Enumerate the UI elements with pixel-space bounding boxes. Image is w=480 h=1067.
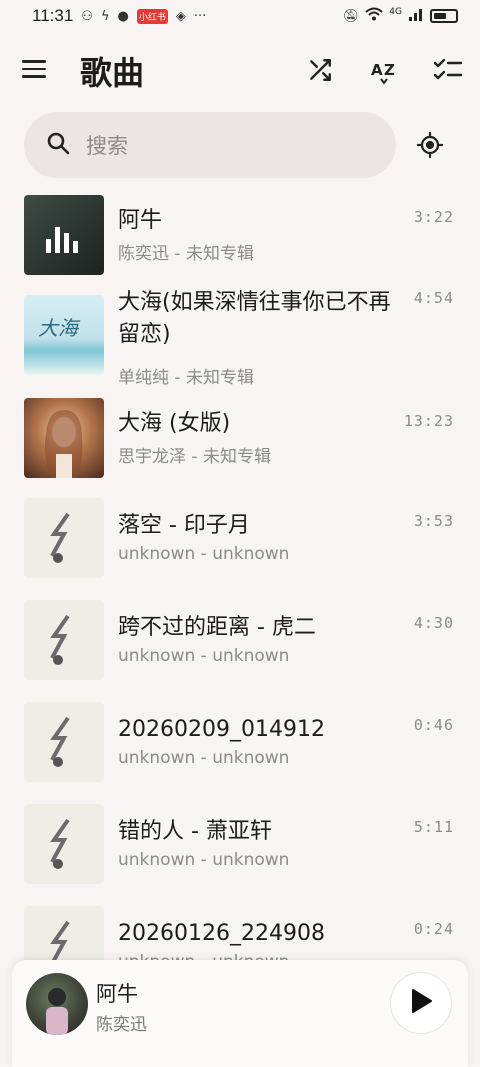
- wifi-icon: [365, 7, 383, 25]
- song-artist-album: 单纯纯 - 未知专辑: [118, 368, 254, 388]
- menu-icon[interactable]: [22, 54, 52, 84]
- song-row[interactable]: 错的人 - 萧亚轩 unknown - unknown 5:11: [0, 798, 480, 900]
- default-cover-icon: [24, 804, 104, 884]
- song-duration: 3:53: [413, 512, 454, 530]
- song-artist-album: 思宇龙泽 - 未知专辑: [118, 447, 271, 467]
- song-row[interactable]: 落空 - 印子月 unknown - unknown 3:53: [0, 492, 480, 594]
- song-duration: 0:46: [413, 716, 454, 734]
- song-row[interactable]: 20260126_224908 unknown - unknown 0:24: [0, 900, 480, 960]
- search-placeholder: 搜索: [86, 134, 128, 158]
- chat-icon: ●: [117, 8, 129, 24]
- search-icon: [46, 131, 70, 159]
- shield-icon: ◈: [175, 8, 186, 24]
- play-icon: [409, 988, 433, 1018]
- song-title: 错的人 - 萧亚轩: [118, 819, 272, 844]
- status-right: 🔕︎ 4G: [343, 7, 458, 25]
- album-cover: [24, 195, 104, 275]
- song-row[interactable]: 跨不过的距离 - 虎二 unknown - unknown 4:30: [0, 594, 480, 696]
- song-artist-album: unknown - unknown: [118, 850, 290, 870]
- song-title: 落空 - 印子月: [118, 513, 250, 538]
- default-cover-icon: [24, 600, 104, 680]
- song-artist-album: unknown - unknown: [118, 952, 289, 960]
- song-duration: 13:23: [403, 412, 454, 430]
- battery-icon: [430, 9, 458, 23]
- song-title: 20260126_224908: [118, 921, 325, 946]
- song-row[interactable]: 大海 (女版) 思宇龙泽 - 未知专辑 13:23: [0, 392, 480, 492]
- checklist-icon[interactable]: [430, 52, 466, 88]
- default-cover-icon: [24, 498, 104, 578]
- signal-icon: [408, 7, 424, 25]
- song-artist-album: unknown - unknown: [118, 544, 290, 564]
- mute-icon: 🔕︎: [342, 8, 360, 24]
- song-row[interactable]: 20260209_014912 unknown - unknown 0:46: [0, 696, 480, 798]
- song-duration: 5:11: [413, 818, 454, 836]
- song-duration: 0:24: [413, 920, 454, 938]
- album-cover: [24, 398, 104, 478]
- default-cover-icon: [24, 906, 104, 960]
- status-bar: 11:31 ⚇ ϟ ● 小红书 ◈ ··· 🔕︎ 4G: [0, 0, 480, 32]
- song-duration: 4:30: [413, 614, 454, 632]
- song-row[interactable]: 阿牛 陈奕迅 - 未知专辑 3:22: [0, 188, 480, 288]
- album-cover: 大海: [24, 295, 104, 375]
- svg-text:A: A: [371, 61, 383, 79]
- song-artist-album: 陈奕迅 - 未知专辑: [118, 244, 254, 264]
- app-bar: 歌曲 A Z: [0, 38, 480, 100]
- mini-player[interactable]: 阿牛 陈奕迅: [12, 960, 468, 1067]
- page-title: 歌曲: [80, 54, 145, 92]
- now-playing-artist: 陈奕迅: [96, 1015, 147, 1035]
- play-button[interactable]: [390, 972, 452, 1034]
- search-bar[interactable]: 搜索: [24, 112, 396, 178]
- locate-icon[interactable]: [410, 125, 450, 165]
- status-left: 11:31 ⚇ ϟ ● 小红书 ◈ ···: [32, 6, 206, 26]
- song-row[interactable]: 大海 大海(如果深情往事你已不再留恋) 单纯纯 - 未知专辑 4:54: [0, 288, 480, 392]
- mute-person-icon: ⚇: [81, 8, 93, 24]
- sort-az-icon[interactable]: A Z: [366, 52, 402, 88]
- now-playing-title: 阿牛: [96, 982, 138, 1006]
- song-title: 大海 (女版): [118, 411, 231, 436]
- lightning-icon: ϟ: [100, 8, 110, 24]
- more-notifications: ···: [193, 8, 207, 24]
- song-title: 跨不过的距离 - 虎二: [118, 615, 316, 640]
- app-badge: 小红书: [136, 8, 168, 24]
- svg-text:大海: 大海: [38, 316, 81, 340]
- song-list[interactable]: 阿牛 陈奕迅 - 未知专辑 3:22 大海 大海(如果深情往事你已不再留恋) 单…: [0, 188, 480, 960]
- song-duration: 3:22: [413, 208, 454, 226]
- network-type: 4G: [389, 7, 402, 17]
- song-artist-album: unknown - unknown: [118, 748, 290, 768]
- default-cover-icon: [24, 702, 104, 782]
- song-title: 大海(如果深情往事你已不再留恋): [118, 290, 391, 347]
- song-artist-album: unknown - unknown: [118, 646, 290, 666]
- status-time: 11:31: [32, 6, 74, 25]
- song-title: 阿牛: [118, 208, 163, 233]
- song-duration: 4:54: [413, 289, 454, 307]
- shuffle-icon[interactable]: [302, 52, 338, 88]
- svg-text:Z: Z: [384, 61, 395, 79]
- song-title: 20260209_014912: [118, 717, 325, 742]
- now-playing-cover: [26, 973, 88, 1035]
